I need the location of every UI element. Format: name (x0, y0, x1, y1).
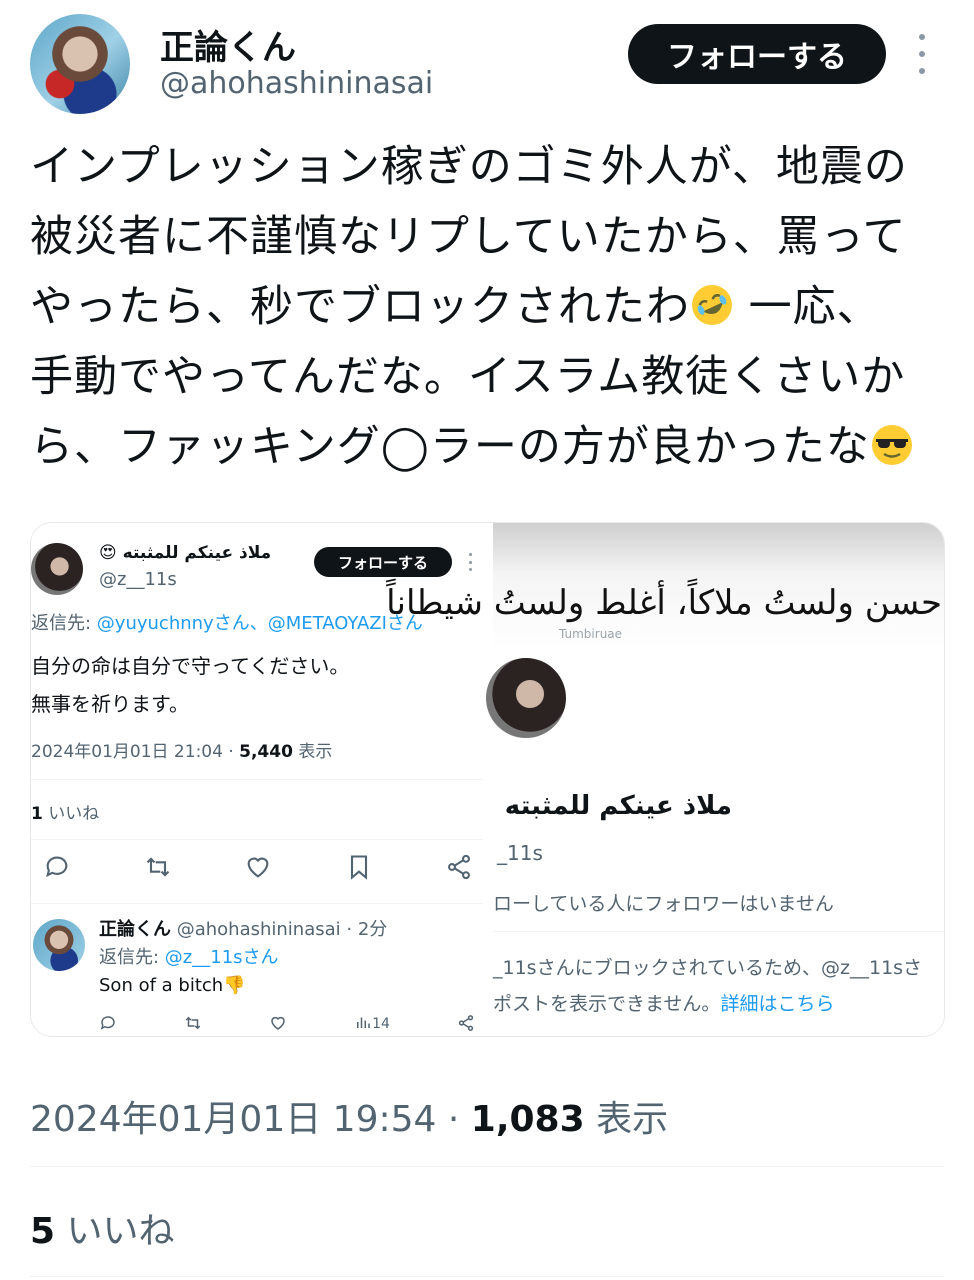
divider (493, 931, 944, 932)
quoted-name: 😍 ملاذ عينكم للمثبته (99, 543, 272, 563)
divider (31, 903, 483, 904)
tweet-timestamp[interactable]: 2024年01月01日 19:54 · 1,083 表示 (30, 1090, 668, 1142)
quoted-body: 自分の命は自分で守ってください。 無事を祈ります。 (31, 654, 350, 716)
share-icon (458, 1014, 474, 1031)
quoted-likes: 1 いいね (31, 804, 100, 824)
tweet-line: やったら、秒でブロックされたわ 一応、 (30, 272, 950, 342)
quoted-follow-button: フォローする (314, 547, 452, 577)
heart-icon (271, 1016, 285, 1030)
views-icon (357, 1017, 370, 1028)
blocked-notice-2: ポストを表示できません。詳細はこちら (493, 993, 835, 1015)
author-handle[interactable]: @ahohashininasai (160, 66, 433, 101)
divider (31, 779, 483, 780)
quoted-handle: @z__11s (99, 569, 177, 590)
follow-button[interactable]: フォローする (628, 24, 886, 84)
banner-text: حسن ولستُ ملاكاً، أغلط ولستُ شيطاناً (386, 583, 942, 623)
author-name[interactable]: 正論くん (160, 20, 296, 69)
reply-icon (46, 856, 68, 878)
reply-body: Son of a bitch👎 (99, 975, 246, 996)
profile-follow-info: ローしている人にフォロワーはいません (493, 893, 834, 915)
profile-handle: _11s (497, 841, 543, 865)
media-attachment[interactable]: 😍 ملاذ عينكم للمثبته @z__11s フォローする 返信先:… (30, 522, 945, 1037)
likes-count[interactable]: 5 いいね (30, 1202, 175, 1254)
reply-avatar (33, 919, 85, 971)
bookmark-icon (350, 855, 367, 880)
divider (31, 839, 483, 840)
rofl-emoji-icon (692, 285, 732, 325)
profile-name: ملاذ عينكم للمثبته (504, 791, 732, 821)
reply-header: 正論くん @ahohashininasai · 2分 (99, 919, 388, 940)
tweet-line: ら、ファッキング◯ラーの方が良かったな (30, 412, 950, 482)
author-avatar[interactable] (30, 14, 130, 114)
quoted-reply-to: 返信先: @yuyuchnnyさん、@METAOYAZIさん (31, 613, 423, 634)
reply-to: 返信先: @z__11sさん (99, 947, 279, 968)
profile-avatar (483, 655, 569, 741)
retweet-icon (185, 1016, 201, 1029)
quoted-meta: 2024年01月01日 21:04 · 5,440 表示 (31, 742, 333, 762)
more-options-icon[interactable] (912, 34, 932, 74)
views-count: 14 (354, 1013, 390, 1032)
screenshot-right[interactable]: حسن ولستُ ملاكاً، أغلط ولستُ شيطاناً Tum… (386, 523, 944, 1036)
retweet-icon (146, 857, 169, 877)
quoted-avatar (31, 543, 83, 595)
banner-watermark: Tumbiruae (559, 627, 623, 641)
divider (30, 1276, 944, 1277)
heart-icon (247, 857, 269, 878)
tweet-line: 手動でやってんだな。イスラム教徒くさいか (30, 352, 906, 402)
quoted-actions (43, 853, 473, 881)
profile-banner: حسن ولستُ ملاكاً، أغلط ولستُ شيطاناً Tum… (386, 523, 944, 648)
quoted-more-icon (469, 553, 475, 571)
blocked-notice: _11sさんにブロックされているため、@z__11sさ (493, 957, 923, 979)
tweet-text: インプレッション稼ぎのゴミ外人が、地震の 被災者に不謹慎なリプしていたから、罵っ… (30, 132, 950, 482)
divider (30, 1166, 944, 1167)
tweet-line: 被災者に不謹慎なリプしていたから、罵って (30, 212, 907, 262)
reply-actions: 14 (99, 1013, 475, 1032)
sunglasses-emoji-icon (871, 425, 912, 465)
reply-icon (100, 1015, 115, 1030)
share-icon (448, 854, 470, 880)
tweet-line: インプレッション稼ぎのゴミ外人が、地震の (30, 142, 908, 192)
